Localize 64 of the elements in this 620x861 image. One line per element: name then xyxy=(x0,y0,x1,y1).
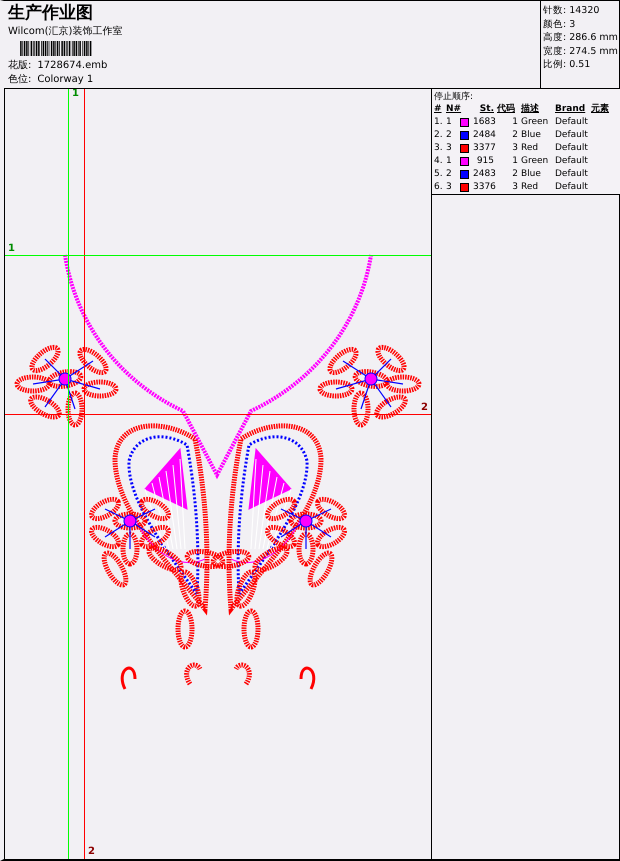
table-cell-text: 1 xyxy=(511,155,519,167)
sheet-title: 生产作业图 xyxy=(8,3,94,23)
guide-label: 2 xyxy=(421,403,428,413)
table-cell-text: 1 xyxy=(446,155,453,167)
table-cell-text: Blue xyxy=(521,168,542,180)
table-cell-text: Default xyxy=(555,155,589,167)
table-title: 停止顺序: xyxy=(434,90,474,103)
table-cell-text: 2. xyxy=(434,129,444,141)
table-cell-text: 1. xyxy=(434,116,444,128)
column-header: 代码 xyxy=(497,103,516,115)
stat-value: 14320 xyxy=(569,4,600,18)
table-cell-text: 3 xyxy=(511,181,519,193)
table-cell-text: Default xyxy=(555,142,589,154)
guide-label: 1 xyxy=(8,244,15,254)
table-cell-text: 1 xyxy=(446,116,453,128)
table-cell-text: Blue xyxy=(521,129,542,141)
table-cell-text: 3 xyxy=(446,142,453,154)
column-header: 元素 xyxy=(591,103,610,115)
table-cell: 2483 xyxy=(473,168,497,180)
table-cell: 2484 xyxy=(473,129,497,141)
table-cell-text: Red xyxy=(521,142,540,154)
table-cell-text: 2 xyxy=(446,168,453,180)
table-cell-text: 5. xyxy=(434,168,444,180)
table-cell: 3377 xyxy=(473,142,497,154)
stat-label: 宽度: xyxy=(543,44,566,58)
column-header: # xyxy=(434,103,443,115)
stat-value: 0.51 xyxy=(569,58,590,72)
stat-value: 274.5 mm xyxy=(569,44,618,58)
table-cell-text: 2 xyxy=(511,168,519,180)
table-cell-text: 2 xyxy=(446,129,453,141)
colorway-label: 色位: xyxy=(8,73,32,86)
column-header: St. xyxy=(478,103,495,115)
table-cell: 1683 xyxy=(473,116,497,128)
column-header: 描述 xyxy=(521,103,540,115)
table-cell-text: 6. xyxy=(434,181,444,193)
guide-label: 1 xyxy=(72,89,79,99)
table-cell-text: Green xyxy=(521,155,550,167)
stat-value: 286.6 mm xyxy=(569,31,618,44)
table-cell-text: 3. xyxy=(434,142,444,154)
stat-label: 颜色: xyxy=(543,18,566,31)
table-cell-text: 1 xyxy=(511,116,519,128)
column-header: Brand xyxy=(555,103,586,115)
table-cell-text: Default xyxy=(555,181,589,193)
table-cell-text: Green xyxy=(521,116,550,128)
stat-value: 3 xyxy=(569,18,576,31)
stat-label: 高度: xyxy=(543,31,566,44)
design-label: 花版: xyxy=(8,59,32,72)
stat-label: 比例: xyxy=(543,58,566,72)
company-name: Wilcom(汇京)装饰工作室 xyxy=(8,24,124,38)
table-cell-text: 3 xyxy=(446,181,453,193)
table-cell-text: Red xyxy=(521,181,540,193)
column-header: N# xyxy=(446,103,460,115)
table-cell-text: Default xyxy=(555,168,589,180)
table-cell-text: Default xyxy=(555,129,589,141)
table-cell-text: 2 xyxy=(511,129,519,141)
table-cell-text: 3 xyxy=(511,142,519,154)
colorway-value: Colorway 1 xyxy=(37,73,94,86)
guide-label: 2 xyxy=(88,847,95,857)
stat-label: 针数: xyxy=(543,4,566,18)
design-value: 1728674.emb xyxy=(37,59,108,72)
table-cell-text: 915 xyxy=(476,155,495,167)
table-cell-text: Default xyxy=(555,116,589,128)
table-cell: 3376 xyxy=(473,181,497,193)
table-cell-text: 4. xyxy=(434,155,444,167)
